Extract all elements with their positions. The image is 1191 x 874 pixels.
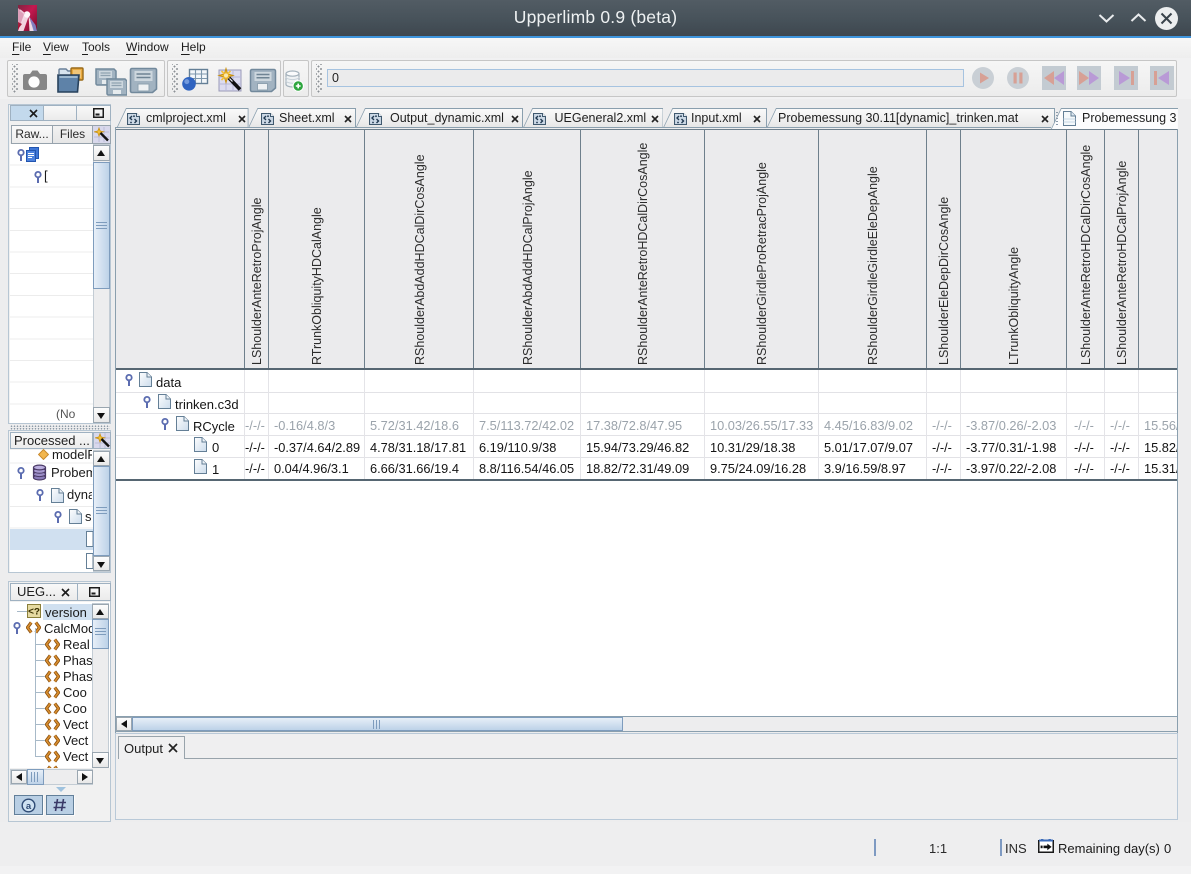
svg-text:<?: <?	[28, 608, 40, 619]
svg-text:a: a	[26, 801, 32, 812]
